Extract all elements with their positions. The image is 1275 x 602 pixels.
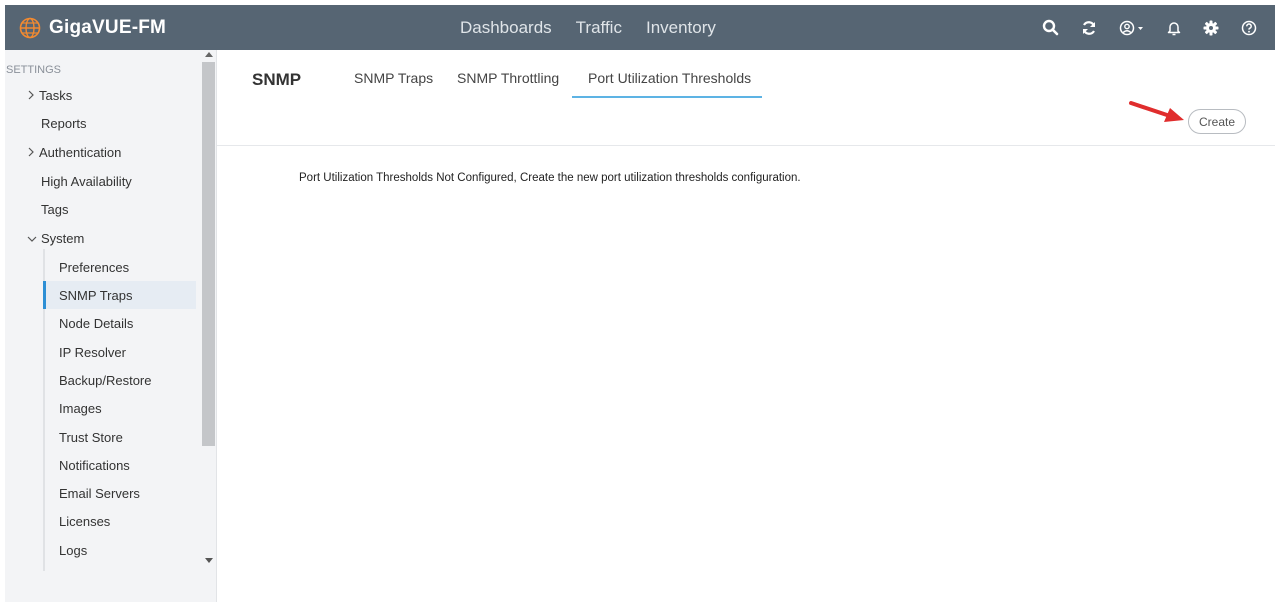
scroll-down-arrow-icon[interactable] [205,558,213,563]
sidebar-subitem-trust-store[interactable]: Trust Store [43,423,196,451]
red-arrow-annotation-icon [1129,101,1184,122]
user-icon[interactable] [1119,20,1145,36]
app-logo[interactable]: GigaVUE-FM [19,17,166,39]
sidebar-subitem-label: Images [59,400,102,416]
nav-traffic[interactable]: Traffic [576,18,622,38]
sidebar-item-label: Reports [41,115,87,131]
sidebar-item-authentication[interactable]: Authentication [27,138,222,166]
sidebar-subitem-label: Licenses [59,513,111,529]
tab-snmp-throttling[interactable]: SNMP Throttling [457,70,559,86]
chevron-right-icon [27,88,35,103]
globe-icon [19,17,41,38]
header-divider [217,145,1275,146]
sidebar-subitem-label: Email Servers [59,485,140,501]
search-icon[interactable] [1042,19,1059,36]
sidebar-subitem-label: Node Details [59,315,134,331]
sidebar-item-label: System [41,230,85,246]
page-title: SNMP [252,70,302,89]
sidebar-subitem-backup-restore[interactable]: Backup/Restore [43,366,196,394]
chevron-down-icon [27,231,37,246]
scroll-up-arrow-icon[interactable] [205,52,213,57]
refresh-icon[interactable] [1081,20,1097,36]
app-title: GigaVUE-FM [49,16,167,38]
active-tab-indicator [572,96,762,98]
sidebar-item-system[interactable]: System [27,224,222,252]
sidebar-subitem-label: Notifications [59,457,130,473]
bell-icon[interactable] [1167,20,1181,36]
nav-dashboards[interactable]: Dashboards [460,18,552,38]
sidebar-item-tasks[interactable]: Tasks [27,81,222,109]
nav-inventory[interactable]: Inventory [646,18,716,38]
sidebar-subitem-label: SNMP Traps [59,287,133,303]
sidebar-item-label: Tags [41,201,69,217]
settings-sidebar: SETTINGS Tasks Reports Authentication Hi… [5,50,217,602]
sidebar-subitem-notifications[interactable]: Notifications [43,451,196,479]
sidebar-subitem-preferences[interactable]: Preferences [43,253,196,281]
create-button[interactable]: Create [1188,109,1246,134]
sidebar-subitem-label: Trust Store [59,429,123,445]
sidebar-subitem-images[interactable]: Images [43,394,196,422]
sidebar-subitem-email-servers[interactable]: Email Servers [43,479,196,507]
sidebar-item-label: Authentication [39,144,122,160]
sidebar-subitem-label: Logs [59,542,88,558]
gear-icon[interactable] [1203,20,1219,36]
main-nav: Dashboards Traffic Inventory [460,5,740,50]
top-navigation-bar: GigaVUE-FM Dashboards Traffic Inventory [5,5,1275,50]
sidebar-subitem-node-details[interactable]: Node Details [43,309,196,337]
tab-port-utilization-thresholds[interactable]: Port Utilization Thresholds [588,70,751,86]
tab-snmp-traps[interactable]: SNMP Traps [354,70,433,86]
sidebar-heading: SETTINGS [6,64,62,76]
sidebar-item-label: High Availability [41,173,132,189]
sidebar-subitem-snmp-traps[interactable]: SNMP Traps [43,281,196,309]
empty-state-message: Port Utilization Thresholds Not Configur… [299,172,801,184]
sidebar-subitem-logs[interactable]: Logs [43,536,196,564]
sidebar-subitem-label: Preferences [59,259,130,275]
sidebar-scrollbar-thumb[interactable] [202,62,215,446]
sidebar-subitem-ip-resolver[interactable]: IP Resolver [43,338,196,366]
toolbar-icons [1020,5,1257,50]
chevron-right-icon [27,145,35,160]
sidebar-item-label: Tasks [39,87,73,103]
sidebar-subitem-licenses[interactable]: Licenses [43,507,196,535]
help-icon[interactable] [1241,20,1257,36]
sidebar-subitem-label: Backup/Restore [59,372,152,388]
sidebar-subitem-label: IP Resolver [59,344,126,360]
